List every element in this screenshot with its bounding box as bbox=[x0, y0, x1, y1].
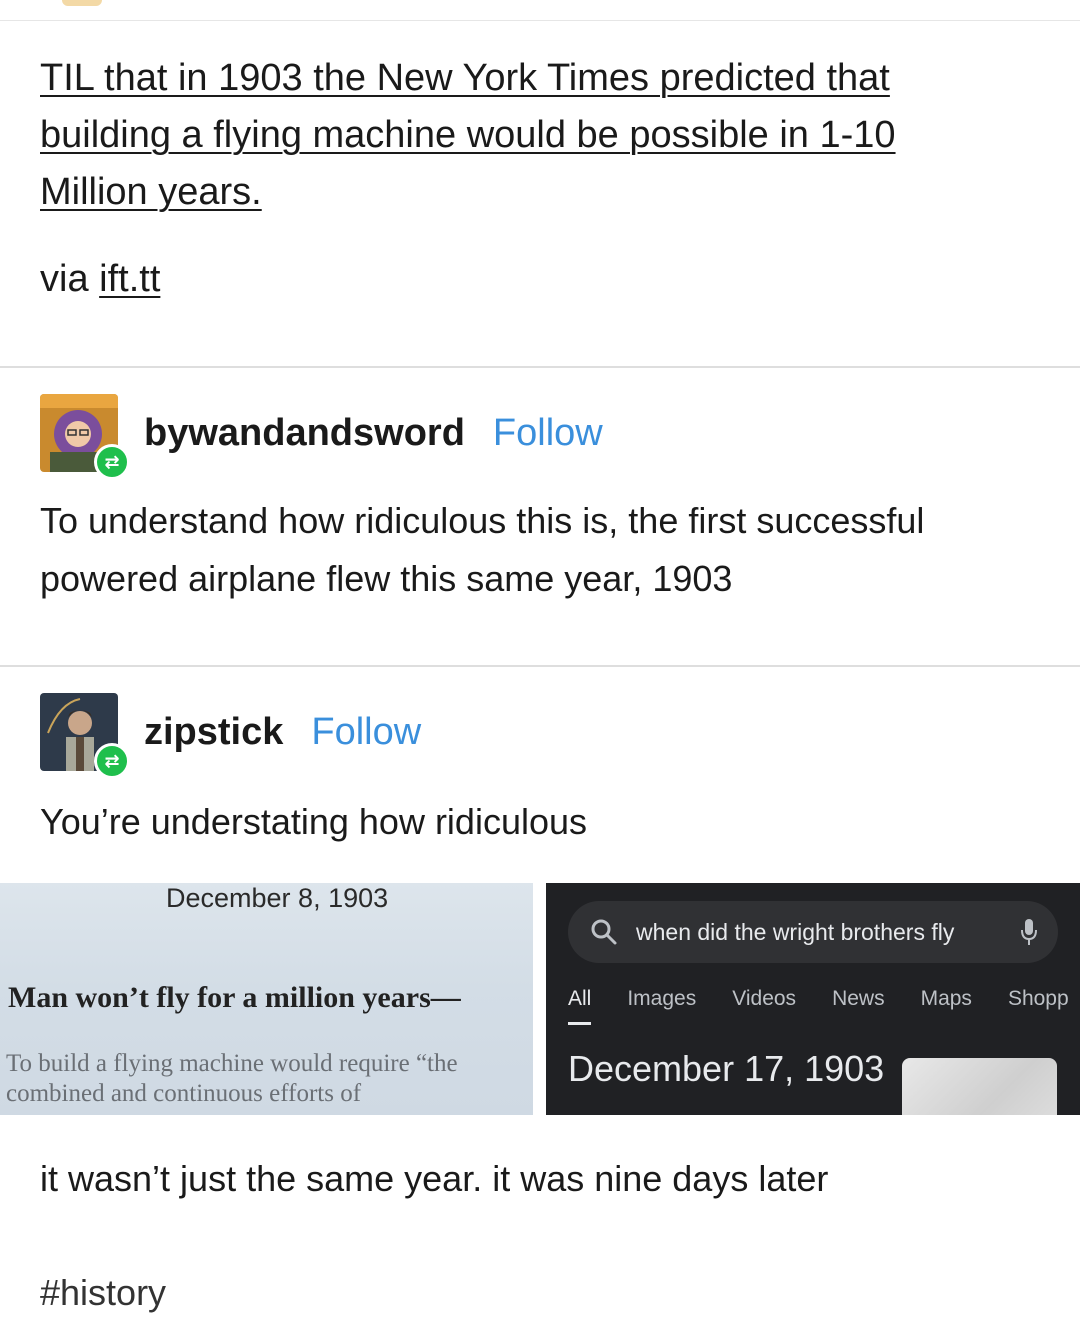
reblog-text: To understand how ridiculous this is, th… bbox=[40, 500, 925, 599]
tag-history[interactable]: #history bbox=[40, 1264, 1040, 1322]
reblog-icon: ⇄ bbox=[94, 444, 130, 480]
tab-shopping: Shopp bbox=[1007, 987, 1069, 1010]
via-prefix: via bbox=[40, 258, 89, 300]
search-result-image: when did the wright brothers fly All Ima… bbox=[546, 883, 1080, 1115]
top-divider bbox=[0, 20, 1080, 21]
tab-news: News bbox=[832, 987, 885, 1010]
via-link[interactable]: ift.tt bbox=[99, 258, 160, 300]
original-post-link[interactable]: TIL that in 1903 the New York Times pred… bbox=[40, 57, 896, 213]
username[interactable]: bywandandsword bbox=[144, 412, 465, 455]
tab-images: Images bbox=[627, 987, 697, 1010]
follow-button[interactable]: Follow bbox=[311, 711, 421, 754]
reblog-text-continued: it wasn’t just the same year. it was nin… bbox=[40, 1158, 829, 1199]
clipping-body: To build a flying machine would require … bbox=[6, 1050, 458, 1107]
microphone-icon bbox=[1021, 919, 1037, 945]
tab-all: All bbox=[568, 987, 592, 1025]
search-bar: when did the wright brothers fly bbox=[568, 901, 1058, 963]
post-divider bbox=[0, 366, 1080, 368]
newspaper-clipping-image: December 8, 1903 Man won’t fly for a mil… bbox=[0, 883, 533, 1115]
previous-avatar-edge bbox=[62, 0, 102, 6]
result-thumbnail bbox=[902, 1058, 1057, 1115]
tab-videos: Videos bbox=[732, 987, 797, 1010]
via-line: via ift.tt bbox=[40, 253, 160, 305]
clipping-date: December 8, 1903 bbox=[166, 883, 389, 913]
reblog-header-bywandandsword: ⇄ bywandandsword Follow bbox=[40, 393, 603, 480]
search-answer: December 17, 1903 bbox=[568, 1048, 885, 1089]
follow-button[interactable]: Follow bbox=[493, 412, 603, 455]
post-divider bbox=[0, 665, 1080, 667]
reblog-icon: ⇄ bbox=[94, 743, 130, 779]
tab-maps: Maps bbox=[920, 987, 972, 1010]
avatar[interactable]: ⇄ bbox=[40, 394, 130, 480]
search-icon bbox=[591, 919, 617, 945]
username[interactable]: zipstick bbox=[144, 711, 283, 754]
search-tabs: All Images Videos News Maps Shopp bbox=[568, 987, 1080, 1025]
reblog-header-zipstick: ⇄ zipstick Follow bbox=[40, 692, 421, 779]
original-post-title: TIL that in 1903 the New York Times pred… bbox=[40, 50, 1000, 221]
avatar[interactable]: ⇄ bbox=[40, 693, 130, 779]
clipping-headline: Man won’t fly for a million years— bbox=[8, 981, 461, 1014]
reblog-text: You’re understating how ridiculous bbox=[40, 801, 588, 842]
search-query: when did the wright brothers fly bbox=[636, 918, 955, 945]
